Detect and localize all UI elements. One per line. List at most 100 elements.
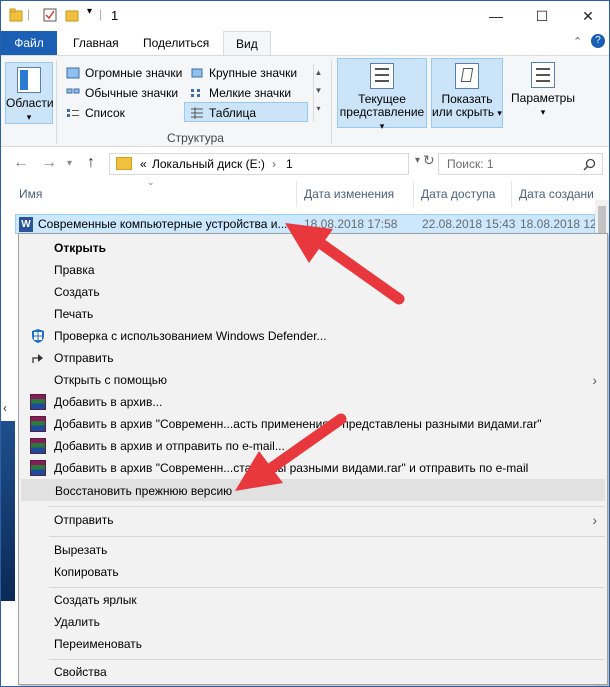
menu-item-open-with[interactable]: Открыть с помощью › bbox=[21, 369, 605, 391]
column-created[interactable]: Дата создани bbox=[519, 187, 594, 201]
layout-scroll-icon[interactable]: ▲ ▼ ▾ bbox=[313, 64, 323, 122]
tab-share[interactable]: Поделиться bbox=[131, 31, 221, 55]
menu-item-add-archive[interactable]: Добавить в архив... bbox=[21, 391, 605, 413]
show-hide-button[interactable]: Показать или скрыть ▾ bbox=[431, 58, 503, 128]
breadcrumb-drive[interactable]: Локальный диск (E:) bbox=[152, 157, 265, 171]
back-arrow-icon[interactable]: ← bbox=[13, 154, 29, 172]
menu-separator bbox=[49, 536, 605, 537]
add-named-rar-label: Добавить в архив "Современн...асть приме… bbox=[54, 417, 542, 431]
current-view-icon bbox=[370, 63, 394, 89]
menu-item-edit[interactable]: Правка bbox=[21, 259, 605, 281]
scroll-left-icon[interactable]: ‹ bbox=[3, 401, 7, 415]
layout-normal-icons[interactable]: Обычные значки bbox=[63, 84, 183, 102]
layout-large-icons[interactable]: Крупные значки bbox=[187, 64, 307, 82]
menu-item-cut[interactable]: Вырезать bbox=[21, 539, 605, 561]
normal-icons-icon bbox=[66, 88, 80, 94]
menu-item-send-to[interactable]: Отправить › bbox=[21, 509, 605, 531]
properties-icon[interactable] bbox=[43, 8, 57, 22]
add-named-rar-email-label: Добавить в архив "Современн...ставлены р… bbox=[54, 461, 529, 475]
tab-home[interactable]: Главная bbox=[61, 31, 131, 55]
large-icons-icon bbox=[191, 68, 203, 78]
layout-group-label: Структура bbox=[167, 131, 224, 145]
customize-qat-icon[interactable]: ▾ bbox=[87, 6, 92, 17]
add-and-email-label: Добавить в архив и отправить по e-mail..… bbox=[54, 439, 285, 453]
file-row-selected[interactable]: W Современные компьютерные устройства и.… bbox=[15, 214, 600, 234]
close-button[interactable]: ✕ bbox=[565, 1, 609, 31]
maximize-button[interactable]: ☐ bbox=[519, 1, 565, 31]
menu-item-delete[interactable]: Удалить bbox=[21, 611, 605, 633]
address-bar[interactable]: « Локальный диск (E:) › 1 bbox=[109, 153, 409, 175]
menu-item-properties[interactable]: Свойства bbox=[21, 661, 605, 683]
small-icons-label: Мелкие значки bbox=[209, 86, 292, 100]
column-header: ⌄ Имя Дата изменения Дата доступа Дата с… bbox=[1, 177, 597, 209]
context-menu: Открыть Правка Создать Печать Проверка с… bbox=[18, 233, 608, 685]
share-label: Отправить bbox=[54, 351, 114, 365]
breadcrumb-separator[interactable]: › bbox=[272, 157, 276, 171]
menu-item-restore-previous[interactable]: Восстановить прежнюю версию bbox=[21, 479, 605, 501]
up-arrow-icon[interactable]: ↑ bbox=[87, 154, 95, 172]
huge-icons-label: Огромные значки bbox=[85, 66, 183, 80]
layout-small-icons[interactable]: Мелкие значки bbox=[187, 84, 307, 102]
title-divider: | bbox=[27, 7, 31, 21]
menu-item-share[interactable]: Отправить bbox=[21, 347, 605, 369]
panes-button[interactable]: Области ▾ bbox=[5, 62, 54, 124]
menu-separator bbox=[49, 587, 605, 588]
layout-huge-icons[interactable]: Огромные значки bbox=[63, 64, 183, 82]
recent-locations-icon[interactable]: ▾ bbox=[67, 158, 72, 169]
file-name[interactable]: Современные компьютерные устройства и... bbox=[38, 217, 288, 231]
forward-arrow-icon[interactable]: → bbox=[41, 154, 57, 172]
minimize-button[interactable]: — bbox=[473, 1, 519, 31]
menu-item-defender[interactable]: Проверка с использованием Windows Defend… bbox=[21, 325, 605, 347]
layout-list[interactable]: Список bbox=[63, 104, 183, 122]
menu-item-rename[interactable]: Переименовать bbox=[21, 633, 605, 655]
menu-item-add-named-rar-email[interactable]: Добавить в архив "Современн...ставлены р… bbox=[21, 457, 605, 479]
file-modified: 18.08.2018 17:58 bbox=[304, 217, 398, 231]
column-name[interactable]: Имя bbox=[19, 187, 42, 201]
show-hide-label-2: или скрыть bbox=[432, 105, 495, 119]
column-modified[interactable]: Дата изменения bbox=[304, 187, 394, 201]
add-archive-label: Добавить в архив... bbox=[54, 395, 163, 409]
navigation-pane-icon bbox=[17, 67, 41, 93]
winrar-icon bbox=[30, 438, 46, 454]
details-icon bbox=[191, 107, 203, 119]
menu-item-copy[interactable]: Копировать bbox=[21, 561, 605, 583]
file-accessed: 22.08.2018 15:43 bbox=[422, 217, 516, 231]
menu-separator bbox=[49, 506, 605, 507]
search-input[interactable]: Поиск: 1 bbox=[438, 153, 603, 175]
column-accessed[interactable]: Дата доступа bbox=[421, 187, 495, 201]
menu-item-add-and-email[interactable]: Добавить в архив и отправить по e-mail..… bbox=[21, 435, 605, 457]
tab-file[interactable]: Файл bbox=[1, 31, 57, 55]
submenu-arrow-icon: › bbox=[592, 372, 597, 388]
sort-indicator-icon: ⌄ bbox=[147, 177, 155, 187]
address-prefix[interactable]: « bbox=[140, 157, 147, 171]
refresh-icon[interactable]: ↻ bbox=[423, 152, 435, 169]
options-label: Параметры bbox=[511, 91, 575, 105]
title-bar: | ▾ | 1 — ☐ ✕ bbox=[1, 1, 609, 31]
menu-item-new[interactable]: Создать bbox=[21, 281, 605, 303]
show-hide-label-1: Показать bbox=[441, 92, 493, 106]
menu-item-print[interactable]: Печать bbox=[21, 303, 605, 325]
address-folder-icon bbox=[116, 157, 132, 170]
ribbon-tabs: Файл Главная Поделиться Вид ⌃ ? bbox=[1, 31, 609, 55]
small-icons-icon bbox=[191, 89, 200, 97]
panes-label: Области bbox=[6, 96, 54, 110]
scrollbar-thumb[interactable] bbox=[598, 206, 606, 236]
list-icon bbox=[67, 109, 79, 117]
help-icon[interactable]: ? bbox=[591, 34, 605, 48]
menu-item-create-shortcut[interactable]: Создать ярлык bbox=[21, 589, 605, 611]
list-label: Список bbox=[85, 106, 125, 120]
menu-item-add-named-rar[interactable]: Добавить в архив "Современн...асть приме… bbox=[21, 413, 605, 435]
options-button[interactable]: Параметры ▾ bbox=[507, 58, 579, 128]
file-created: 18.08.2018 12: bbox=[520, 217, 601, 231]
tab-view[interactable]: Вид bbox=[223, 31, 271, 55]
normal-icons-label: Обычные значки bbox=[85, 86, 179, 100]
layout-table[interactable]: Таблица bbox=[187, 104, 307, 122]
collapse-ribbon-icon[interactable]: ⌃ bbox=[573, 35, 582, 48]
current-view-button[interactable]: Текущее представление ▾ bbox=[337, 58, 427, 131]
folder-icon bbox=[9, 8, 23, 22]
breadcrumb-folder[interactable]: 1 bbox=[286, 157, 293, 171]
address-dropdown-icon[interactable]: ▾ bbox=[415, 155, 420, 166]
search-placeholder: Поиск: 1 bbox=[447, 157, 494, 171]
new-folder-icon[interactable] bbox=[65, 8, 79, 22]
menu-item-open[interactable]: Открыть bbox=[21, 237, 605, 259]
